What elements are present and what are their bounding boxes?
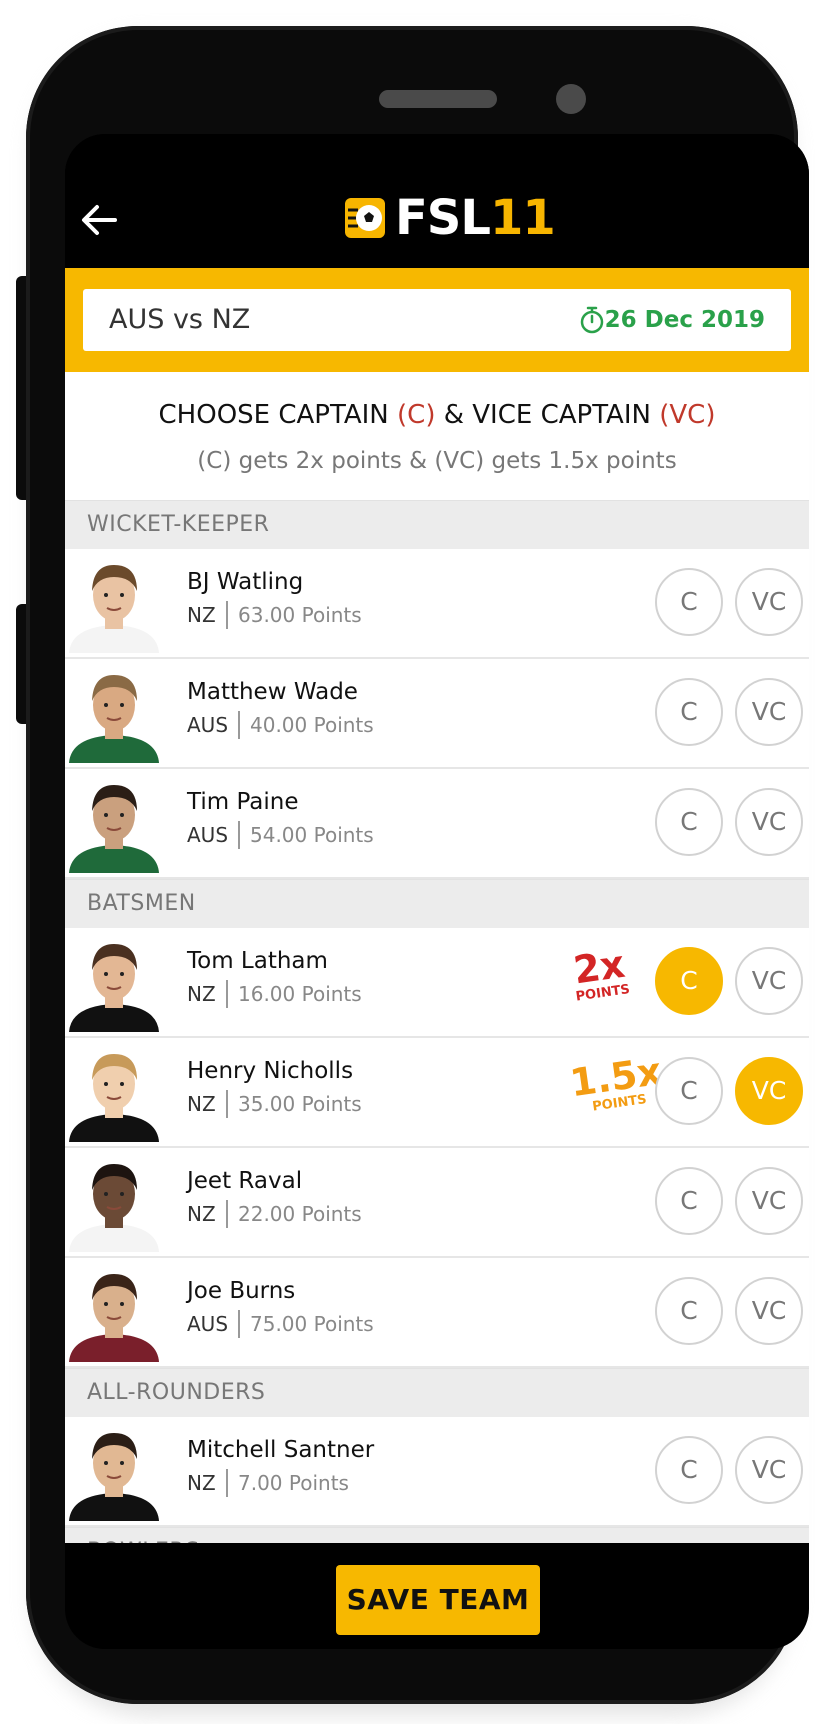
section-header: BOWLERS <box>65 1527 809 1543</box>
app-header: FSL11 <box>65 134 809 268</box>
player-team: NZ <box>187 1200 228 1228</box>
player-points: 7.00 Points <box>238 1471 349 1495</box>
heading-part: CHOOSE CAPTAIN <box>158 400 398 430</box>
save-team-button[interactable]: SAVE TEAM <box>336 1565 540 1635</box>
vice-captain-button[interactable]: VC <box>735 1436 803 1504</box>
vice-captain-button[interactable]: VC <box>735 568 803 636</box>
player-name: BJ Watling <box>187 569 304 595</box>
captain-button[interactable]: C <box>655 947 723 1015</box>
player-team: NZ <box>187 1090 228 1118</box>
player-row: BJ Watling NZ 63.00 Points C VC <box>65 549 809 659</box>
player-name: Tim Paine <box>187 789 299 815</box>
back-arrow-icon[interactable] <box>79 200 119 240</box>
logo-text: FSL11 <box>395 190 556 246</box>
vice-captain-button[interactable]: VC <box>735 1167 803 1235</box>
player-points: 16.00 Points <box>238 982 362 1006</box>
player-photo <box>65 1154 163 1252</box>
player-photo <box>65 934 163 1032</box>
vice-captain-button[interactable]: VC <box>735 788 803 856</box>
player-team: NZ <box>187 601 228 629</box>
player-name: Tom Latham <box>187 948 328 974</box>
player-points: 22.00 Points <box>238 1202 362 1226</box>
vice-captain-button[interactable]: VC <box>735 947 803 1015</box>
logo-prefix: FSL <box>395 190 491 246</box>
captain-button[interactable]: C <box>655 1167 723 1235</box>
phone-frame: FSL11 AUS vs NZ 26 Dec 2019 CHOOSE CAPTA… <box>26 26 809 1704</box>
player-team: AUS <box>187 1310 241 1338</box>
player-points: 54.00 Points <box>250 823 374 847</box>
vice-captain-multiplier-badge: 1.5x POINTS <box>567 1049 666 1118</box>
player-points: 35.00 Points <box>238 1092 362 1116</box>
app-screen: FSL11 AUS vs NZ 26 Dec 2019 CHOOSE CAPTA… <box>65 134 809 1649</box>
player-row: Tim Paine AUS 54.00 Points C VC <box>65 769 809 879</box>
player-list: WICKET-KEEPER BJ Watling NZ 63.00 Points C VC… <box>65 500 809 1543</box>
captain-button[interactable]: C <box>655 678 723 746</box>
player-row: Matthew Wade AUS 40.00 Points C VC <box>65 659 809 769</box>
player-row: Joe Burns AUS 75.00 Points C VC <box>65 1258 809 1368</box>
player-row: Jeet Raval NZ 22.00 Points C VC <box>65 1148 809 1258</box>
captain-button[interactable]: C <box>655 1277 723 1345</box>
section-header: ALL-ROUNDERS <box>65 1368 809 1417</box>
page-subtitle: (C) gets 2x points & (VC) gets 1.5x poin… <box>197 448 677 474</box>
logo-number: 11 <box>489 190 556 246</box>
player-points: 75.00 Points <box>250 1312 374 1336</box>
player-row: Henry Nicholls NZ 35.00 Points 1.5x POINTS C V… <box>65 1038 809 1148</box>
page-title: CHOOSE CAPTAIN (C) & VICE CAPTAIN (VC) <box>65 400 809 430</box>
captain-button[interactable]: C <box>655 1436 723 1504</box>
main-content: AUS vs NZ 26 Dec 2019 CHOOSE CAPTAIN (C)… <box>65 268 809 1543</box>
captain-tag: (C) <box>397 400 436 430</box>
football-logo-icon <box>345 198 385 238</box>
stopwatch-icon <box>580 306 604 334</box>
player-name: Jeet Raval <box>187 1168 303 1194</box>
captain-button[interactable]: C <box>655 788 723 856</box>
vice-captain-button[interactable]: VC <box>735 1057 803 1125</box>
app-logo: FSL11 <box>345 190 556 246</box>
vice-captain-button[interactable]: VC <box>735 678 803 746</box>
section-header: WICKET-KEEPER <box>65 500 809 549</box>
player-team: AUS <box>187 711 241 739</box>
player-points: 63.00 Points <box>238 603 362 627</box>
player-points: 40.00 Points <box>250 713 374 737</box>
player-photo <box>65 665 163 763</box>
match-bar: AUS vs NZ 26 Dec 2019 <box>65 268 809 372</box>
section-header: BATSMEN <box>65 879 809 928</box>
player-photo <box>65 1423 163 1521</box>
player-photo <box>65 1264 163 1362</box>
captain-multiplier-badge: 2x POINTS <box>570 942 632 1005</box>
heading-part: & VICE CAPTAIN <box>435 400 660 430</box>
vice-captain-tag: (VC) <box>659 400 716 430</box>
player-photo <box>65 775 163 873</box>
player-photo <box>65 1044 163 1142</box>
phone-camera <box>556 84 586 114</box>
player-row: Tom Latham NZ 16.00 Points 2x POINTS C VC <box>65 928 809 1038</box>
player-name: Mitchell Santner <box>187 1437 375 1463</box>
captain-button[interactable]: C <box>655 1057 723 1125</box>
phone-speaker <box>379 90 497 108</box>
vice-captain-button[interactable]: VC <box>735 1277 803 1345</box>
player-team: NZ <box>187 1469 228 1497</box>
player-name: Henry Nicholls <box>187 1058 354 1084</box>
player-name: Joe Burns <box>187 1278 296 1304</box>
player-team: NZ <box>187 980 228 1008</box>
match-date: 26 Dec 2019 <box>604 307 765 333</box>
player-row: Mitchell Santner NZ 7.00 Points C VC <box>65 1417 809 1527</box>
match-title: AUS vs NZ <box>109 304 251 335</box>
player-team: AUS <box>187 821 241 849</box>
player-photo <box>65 555 163 653</box>
captain-button[interactable]: C <box>655 568 723 636</box>
player-name: Matthew Wade <box>187 679 358 705</box>
match-info: AUS vs NZ 26 Dec 2019 <box>83 289 791 351</box>
